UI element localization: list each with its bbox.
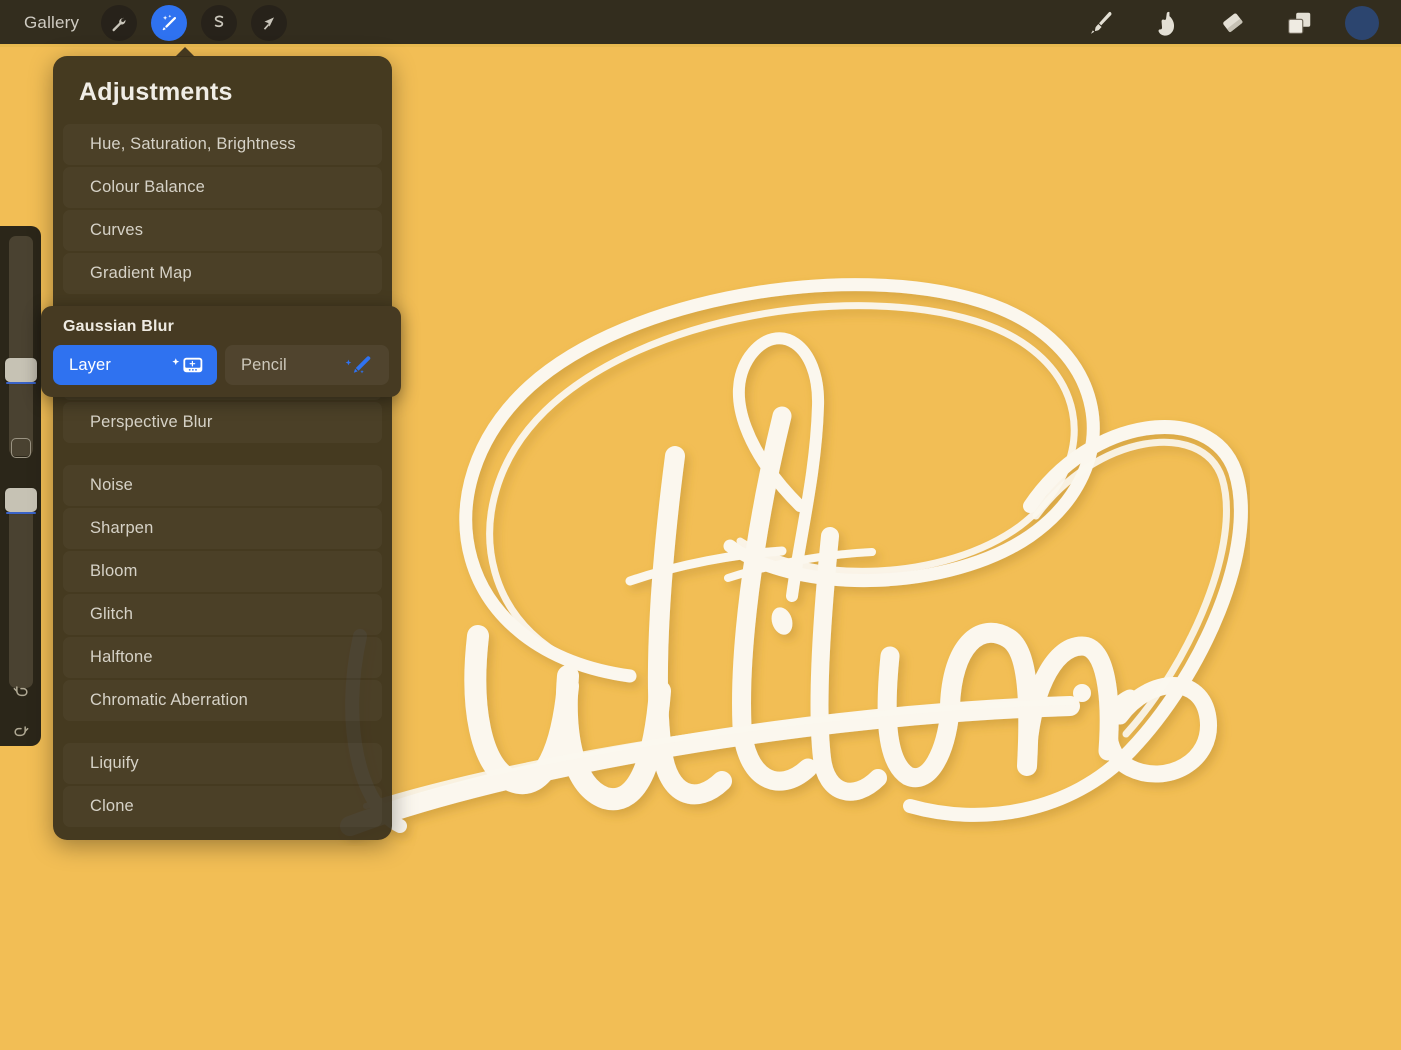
selection-icon[interactable] [201, 5, 238, 41]
adjustments-panel: Adjustments Hue, Saturation, Brightness … [53, 47, 392, 840]
procreate-app: Gallery Adjustments Hue, Saturation, Bri… [0, 0, 1401, 1050]
menu-item-colour-balance[interactable]: Colour Balance [63, 167, 382, 208]
menu-item-gradient-map[interactable]: Gradient Map [63, 253, 382, 294]
paint-brush-icon[interactable] [1081, 5, 1121, 41]
menu-item-perspective-blur[interactable]: Perspective Blur [63, 402, 382, 443]
menu-item-clone[interactable]: Clone [63, 786, 382, 827]
gaussian-blur-option-layer-label: Layer [69, 355, 112, 374]
left-sidebar [0, 226, 41, 746]
menu-item-chromatic-aberration[interactable]: Chromatic Aberration [63, 680, 382, 721]
adjustments-group-colour: Hue, Saturation, Brightness Colour Balan… [53, 123, 392, 295]
undo-button[interactable] [7, 678, 35, 706]
menu-item-glitch[interactable]: Glitch [63, 594, 382, 635]
gaussian-blur-submenu: Gaussian Blur Layer Pencil [41, 306, 401, 397]
brush-opacity-slider[interactable] [9, 488, 33, 688]
top-toolbar-left-group: Gallery [0, 5, 288, 41]
top-toolbar: Gallery [0, 0, 1401, 46]
adjustments-group-effects: Noise Sharpen Bloom Glitch Halftone Chro… [53, 464, 392, 722]
gaussian-blur-title: Gaussian Blur [63, 318, 175, 335]
layer-sparkle-icon [169, 354, 205, 376]
menu-item-bloom[interactable]: Bloom [63, 551, 382, 592]
menu-item-curves[interactable]: Curves [63, 210, 382, 251]
gaussian-blur-option-layer[interactable]: Layer [53, 345, 217, 385]
transform-arrow-icon[interactable] [251, 5, 288, 41]
color-swatch[interactable] [1345, 6, 1379, 40]
adjustments-group-distort: Liquify Clone [53, 742, 392, 828]
page-title: Adjustments [79, 78, 233, 106]
pencil-sparkle-icon [343, 354, 377, 376]
top-toolbar-right-group [1081, 5, 1401, 41]
gaussian-blur-options: Layer Pencil [53, 345, 389, 385]
brush-size-slider[interactable] [9, 236, 33, 456]
menu-item-noise[interactable]: Noise [63, 465, 382, 506]
menu-item-liquify[interactable]: Liquify [63, 743, 382, 784]
group-separator-3 [53, 722, 392, 742]
adjustments-wand-icon[interactable] [151, 5, 188, 41]
gaussian-blur-option-pencil[interactable]: Pencil [225, 345, 389, 385]
smudge-icon[interactable] [1147, 5, 1187, 41]
panel-pointer-arrow [175, 47, 195, 57]
gallery-button[interactable]: Gallery [16, 13, 87, 33]
canvas-top-edge [0, 44, 1401, 47]
group-separator-2 [53, 444, 392, 464]
gaussian-blur-option-pencil-label: Pencil [241, 355, 287, 374]
modify-button[interactable] [11, 438, 31, 458]
eraser-icon[interactable] [1213, 5, 1253, 41]
menu-item-hue-saturation-brightness[interactable]: Hue, Saturation, Brightness [63, 124, 382, 165]
brush-opacity-slider-handle[interactable] [5, 488, 37, 514]
brush-size-slider-handle[interactable] [5, 358, 37, 384]
redo-button[interactable] [7, 718, 35, 746]
menu-item-halftone[interactable]: Halftone [63, 637, 382, 678]
actions-wrench-icon[interactable] [101, 5, 138, 41]
lettering-artwork [340, 278, 1248, 836]
layers-icon[interactable] [1279, 5, 1319, 41]
menu-item-sharpen[interactable]: Sharpen [63, 508, 382, 549]
